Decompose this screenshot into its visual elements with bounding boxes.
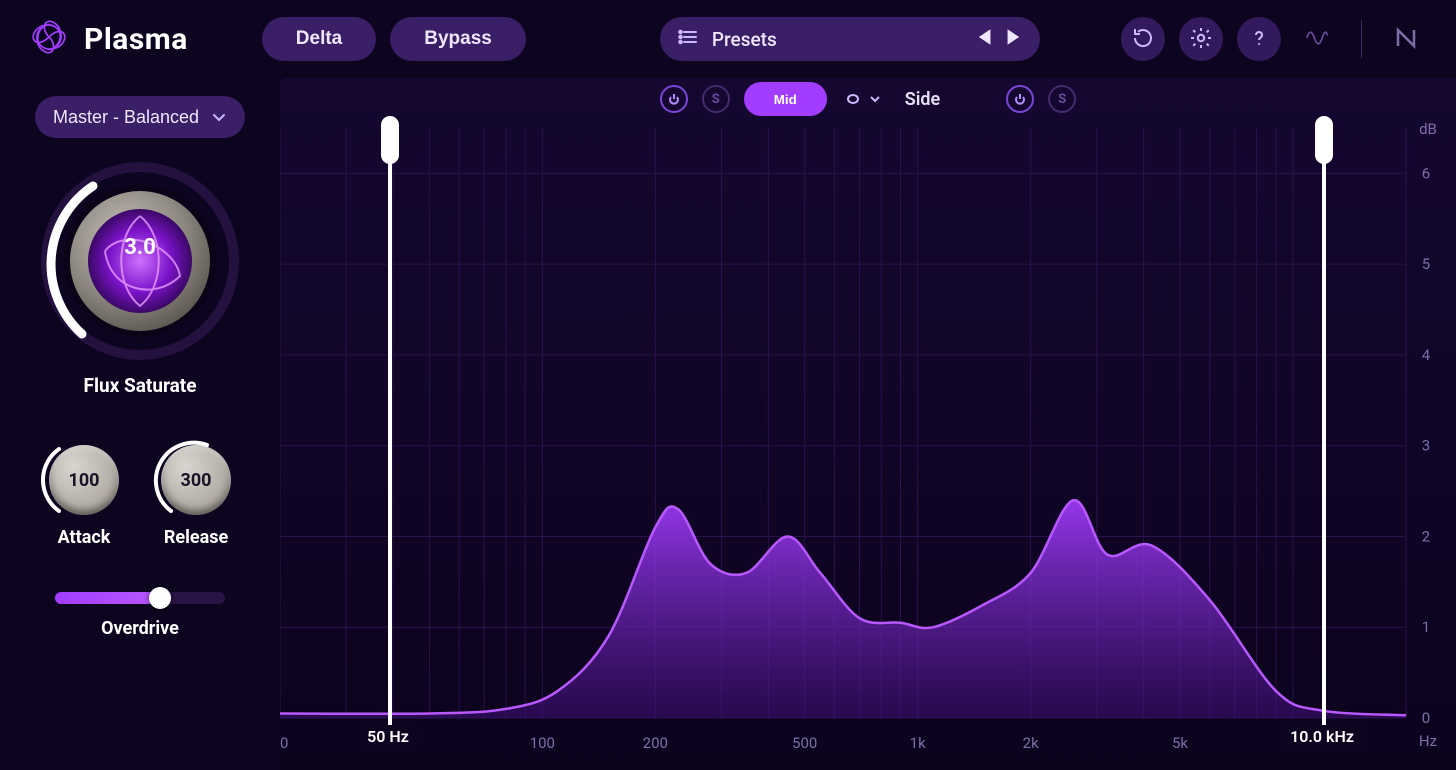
release-label: Release — [164, 527, 228, 548]
gear-icon — [1189, 26, 1213, 53]
channel-toolbar: S Mid Side S — [280, 82, 1456, 116]
side-solo-button[interactable]: S — [1048, 85, 1076, 113]
topbar: Plasma Delta Bypass Presets — [0, 0, 1456, 78]
waveform-icon — [1305, 26, 1329, 53]
side-tab[interactable]: Side — [895, 89, 950, 110]
brand: Plasma — [28, 16, 188, 62]
overdrive-control: Overdrive — [55, 592, 225, 639]
sidebar: Master - Balanced — [0, 78, 280, 770]
overdrive-label: Overdrive — [101, 618, 179, 639]
mid-solo-button[interactable]: S — [702, 85, 730, 113]
delta-button[interactable]: Delta — [262, 17, 376, 61]
flux-saturate-value: 3.0 — [35, 156, 245, 366]
profile-select[interactable]: Master - Balanced — [35, 96, 245, 138]
manufacturer-logo[interactable] — [1384, 17, 1428, 61]
range-high-handle[interactable] — [1322, 118, 1326, 746]
mid-tab[interactable]: Mid — [744, 82, 827, 116]
bypass-button[interactable]: Bypass — [390, 17, 526, 61]
plasma-logo-icon — [28, 16, 70, 62]
overdrive-slider[interactable] — [55, 592, 225, 604]
range-low-handle[interactable] — [388, 118, 392, 746]
attack-knob[interactable]: 100 Attack — [49, 445, 119, 548]
divider — [1361, 20, 1362, 58]
waveform-button[interactable] — [1295, 17, 1339, 61]
main: Master - Balanced — [0, 78, 1456, 770]
preset-prev-icon[interactable] — [976, 28, 992, 51]
app-name: Plasma — [84, 22, 188, 57]
flux-saturate-label: Flux Saturate — [84, 374, 197, 397]
overdrive-fill — [55, 592, 160, 604]
side-power-button[interactable] — [1006, 85, 1034, 113]
help-button[interactable] — [1237, 17, 1281, 61]
flux-saturate-knob[interactable]: 3.0 — [35, 156, 245, 366]
profile-name: Master - Balanced — [53, 107, 199, 128]
preset-label: Presets — [712, 28, 962, 51]
settings-button[interactable] — [1179, 17, 1223, 61]
mid-power-button[interactable] — [660, 85, 688, 113]
n-logo-icon — [1394, 26, 1418, 53]
question-icon — [1247, 26, 1271, 53]
envelope-knobs: 100 Attack 300 Release — [49, 445, 231, 548]
spectrum-curve — [280, 78, 1456, 770]
link-channels-button[interactable] — [841, 90, 881, 108]
preset-bar[interactable]: Presets — [660, 17, 1040, 61]
reset-button[interactable] — [1121, 17, 1165, 61]
undo-icon — [1131, 26, 1155, 53]
preset-list-icon — [678, 27, 698, 52]
attack-label: Attack — [58, 527, 111, 548]
release-knob[interactable]: 300 Release — [161, 445, 231, 548]
spectrum-display: S Mid Side S 6543210dBHz201002005001k2k5… — [280, 78, 1456, 770]
overdrive-thumb[interactable] — [149, 587, 171, 609]
chevron-down-icon — [869, 93, 881, 105]
range-high-label: 10.0 kHz — [1282, 725, 1362, 748]
range-low-label: 50 Hz — [359, 725, 417, 748]
chevron-down-icon — [211, 109, 227, 125]
preset-next-icon[interactable] — [1006, 28, 1022, 51]
